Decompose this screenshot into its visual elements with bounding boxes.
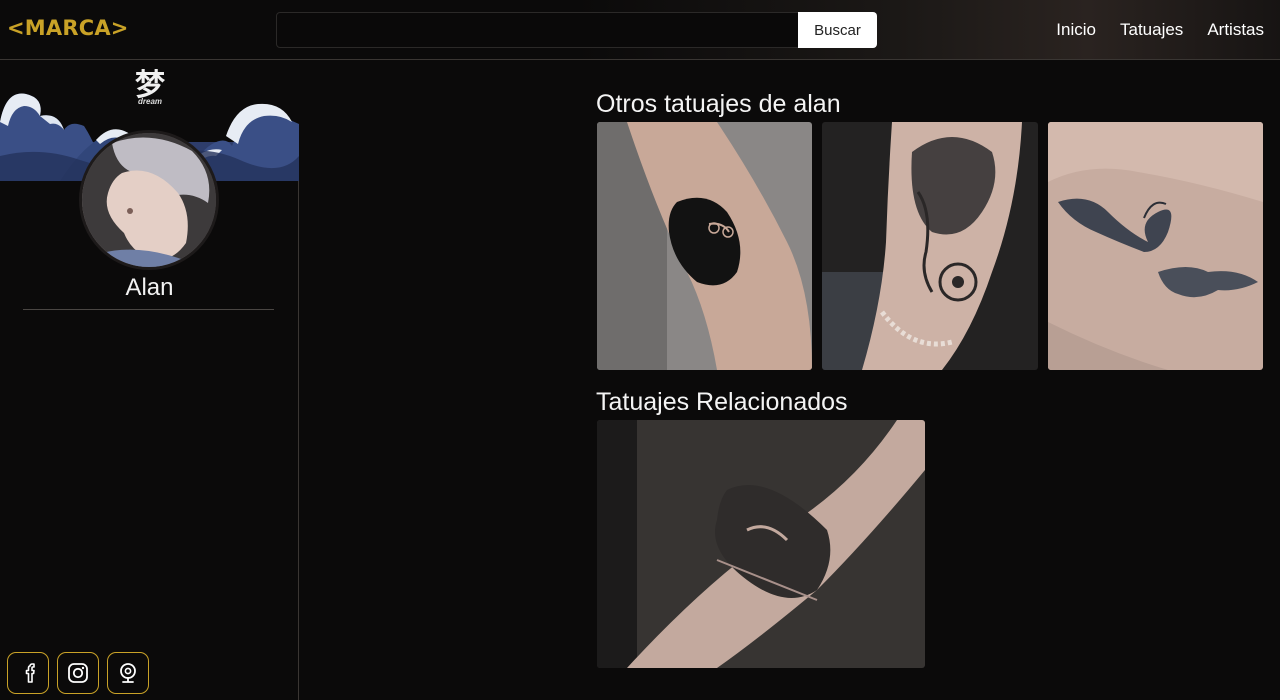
tattoo-thumbnail[interactable] (597, 420, 925, 668)
facebook-icon (25, 663, 35, 683)
nav-artistas[interactable]: Artistas (1207, 20, 1264, 40)
tattoo-thumbnail[interactable] (822, 122, 1038, 370)
main-nav: Inicio Tatuajes Artistas (1056, 20, 1264, 40)
sidebar-divider (23, 309, 274, 310)
search-input[interactable] (276, 12, 800, 48)
nav-inicio[interactable]: Inicio (1056, 20, 1096, 40)
artist-avatar (79, 130, 219, 270)
artist-sidebar: 梦 dream Alan (0, 60, 299, 700)
instagram-button[interactable] (57, 652, 99, 694)
related-tattoos-title: Tatuajes Relacionados (596, 388, 848, 416)
tattoo-thumbnail[interactable] (1048, 122, 1263, 370)
nav-tatuajes[interactable]: Tatuajes (1120, 20, 1183, 40)
webcam-icon (120, 663, 136, 683)
brand-logo[interactable]: <MARCA> (7, 16, 129, 40)
social-links (7, 652, 149, 694)
search-button[interactable]: Buscar (798, 12, 877, 48)
cover-caption: dream (138, 97, 163, 106)
artist-name: Alan (125, 274, 174, 301)
top-navbar: <MARCA> Buscar Inicio Tatuajes Artistas (0, 0, 1280, 60)
tattoo-thumbnail[interactable] (597, 122, 812, 370)
facebook-button[interactable] (7, 652, 49, 694)
webcam-button[interactable] (107, 652, 149, 694)
instagram-icon (68, 663, 88, 683)
other-tattoos-title: Otros tatuajes de alan (596, 90, 841, 118)
